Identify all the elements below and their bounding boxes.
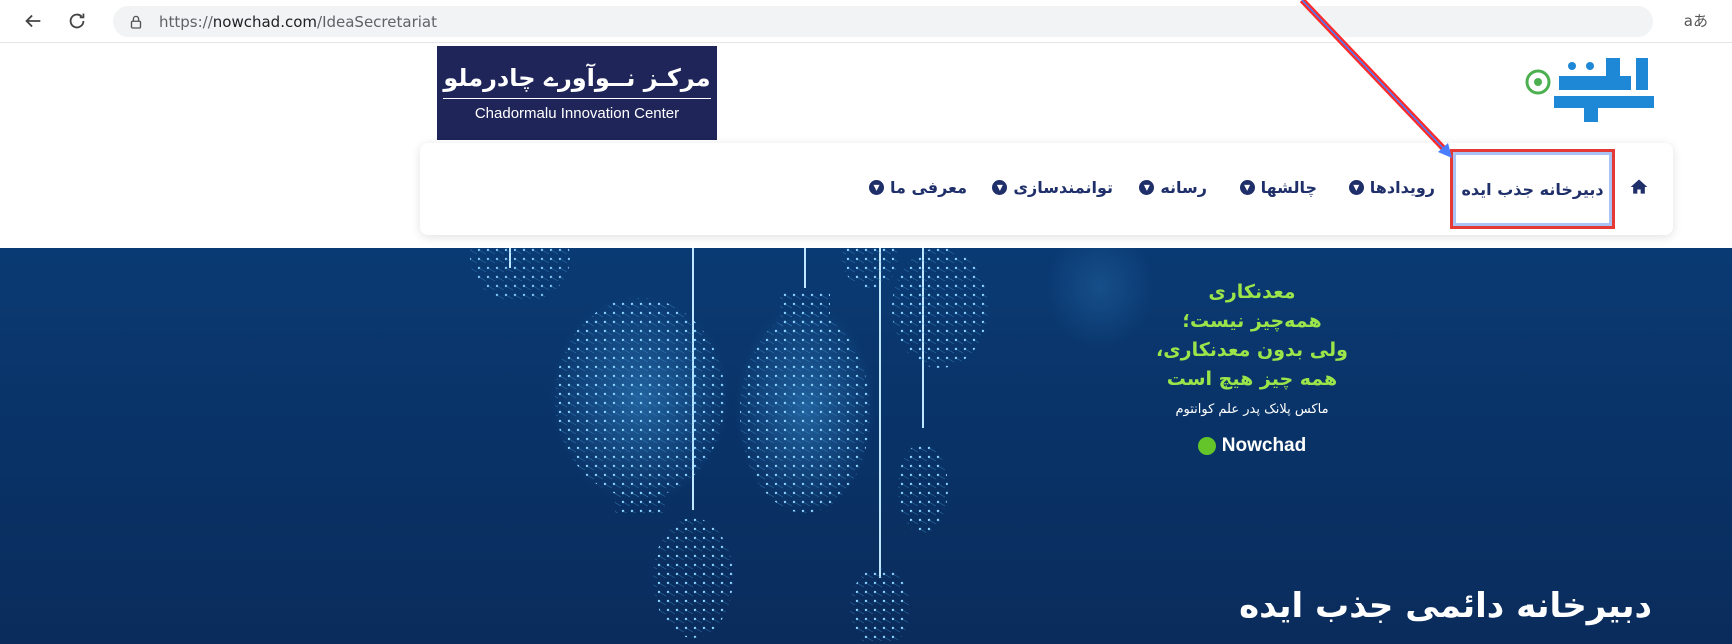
quote-line: معدنکاری [1208, 281, 1296, 303]
nav-item-label: رسانه [1160, 177, 1207, 197]
address-bar[interactable]: https://nowchad.com/IdeaSecretariat [113, 6, 1653, 37]
quote-author: ماکس پلانک پدر علم کوانتوم [1175, 402, 1329, 417]
hero-banner: معدنکاری همه‌چیز نیست؛ ولی بدون معدنکاری… [0, 248, 1732, 644]
translate-icon[interactable]: aあ [1684, 10, 1708, 31]
back-button[interactable] [18, 6, 48, 36]
innovation-center-logo-en: Chadormalu Innovation Center [474, 105, 680, 122]
arrow-left-icon [25, 14, 41, 28]
nav-item-events[interactable]: رویدادها ▾ [1348, 173, 1435, 201]
quote-line: ولی بدون معدنکاری، [1156, 339, 1348, 361]
quote-line: همه چیز هیچ است [1166, 368, 1338, 390]
reload-button[interactable] [62, 6, 92, 36]
quote-brand: Nowchad [1102, 435, 1402, 457]
nav-item-label: توانمندسازی [1013, 177, 1113, 197]
innovation-center-logo[interactable]: مرکـز نــوآورے چادرملو Chadormalu Innova… [437, 46, 717, 140]
url-path: /IdeaSecretariat [317, 12, 437, 31]
lock-icon [130, 15, 142, 29]
chevron-down-icon: ▾ [1348, 179, 1364, 195]
nav-item-label: دبیرخانه جذب ایده [1461, 179, 1604, 199]
url-domain: nowchad.com [212, 12, 318, 31]
nav-item-label: رویدادها [1369, 177, 1435, 197]
lightbulbs-illustration [470, 248, 1155, 644]
home-icon[interactable] [1629, 177, 1649, 197]
browser-toolbar: https://nowchad.com/IdeaSecretariat aあ [0, 0, 1732, 43]
chevron-down-icon: ▾ [992, 179, 1008, 195]
quote-brand-text: Nowchad [1221, 435, 1307, 456]
nav-item-empowerment[interactable]: توانمندسازی ▾ [992, 173, 1113, 201]
nav-item-label: چالشها [1260, 177, 1317, 197]
chevron-down-icon: ▾ [868, 179, 884, 195]
chevron-down-icon: ▾ [1139, 179, 1155, 195]
page-title: دبیرخانه دائمی جذب ایده [1239, 586, 1652, 626]
url-scheme: https:// [159, 12, 213, 31]
nowchad-mark-icon [1197, 437, 1216, 455]
nav-item-idea-secretariat[interactable]: دبیرخانه جذب ایده [1450, 149, 1615, 229]
main-navbar: دبیرخانه جذب ایده رویدادها ▾ چالشها ▾ رس… [420, 143, 1673, 235]
reload-icon [69, 13, 85, 29]
nav-item-challenges[interactable]: چالشها ▾ [1239, 173, 1317, 201]
nav-item-media[interactable]: رسانه ▾ [1139, 173, 1207, 201]
nav-item-about[interactable]: معرفی ما ▾ [868, 173, 967, 201]
innovation-center-logo-fa: مرکـز نــوآورے چادرملو [443, 64, 711, 99]
nowchad-logo-mark [1525, 58, 1654, 122]
nowchad-logo[interactable] [1524, 48, 1674, 128]
chevron-down-icon: ▾ [1239, 179, 1255, 195]
quote-line: همه‌چیز نیست؛ [1182, 310, 1322, 332]
nav-item-label: معرفی ما [889, 177, 967, 197]
hero-quote: معدنکاری همه‌چیز نیست؛ ولی بدون معدنکاری… [1102, 278, 1402, 457]
